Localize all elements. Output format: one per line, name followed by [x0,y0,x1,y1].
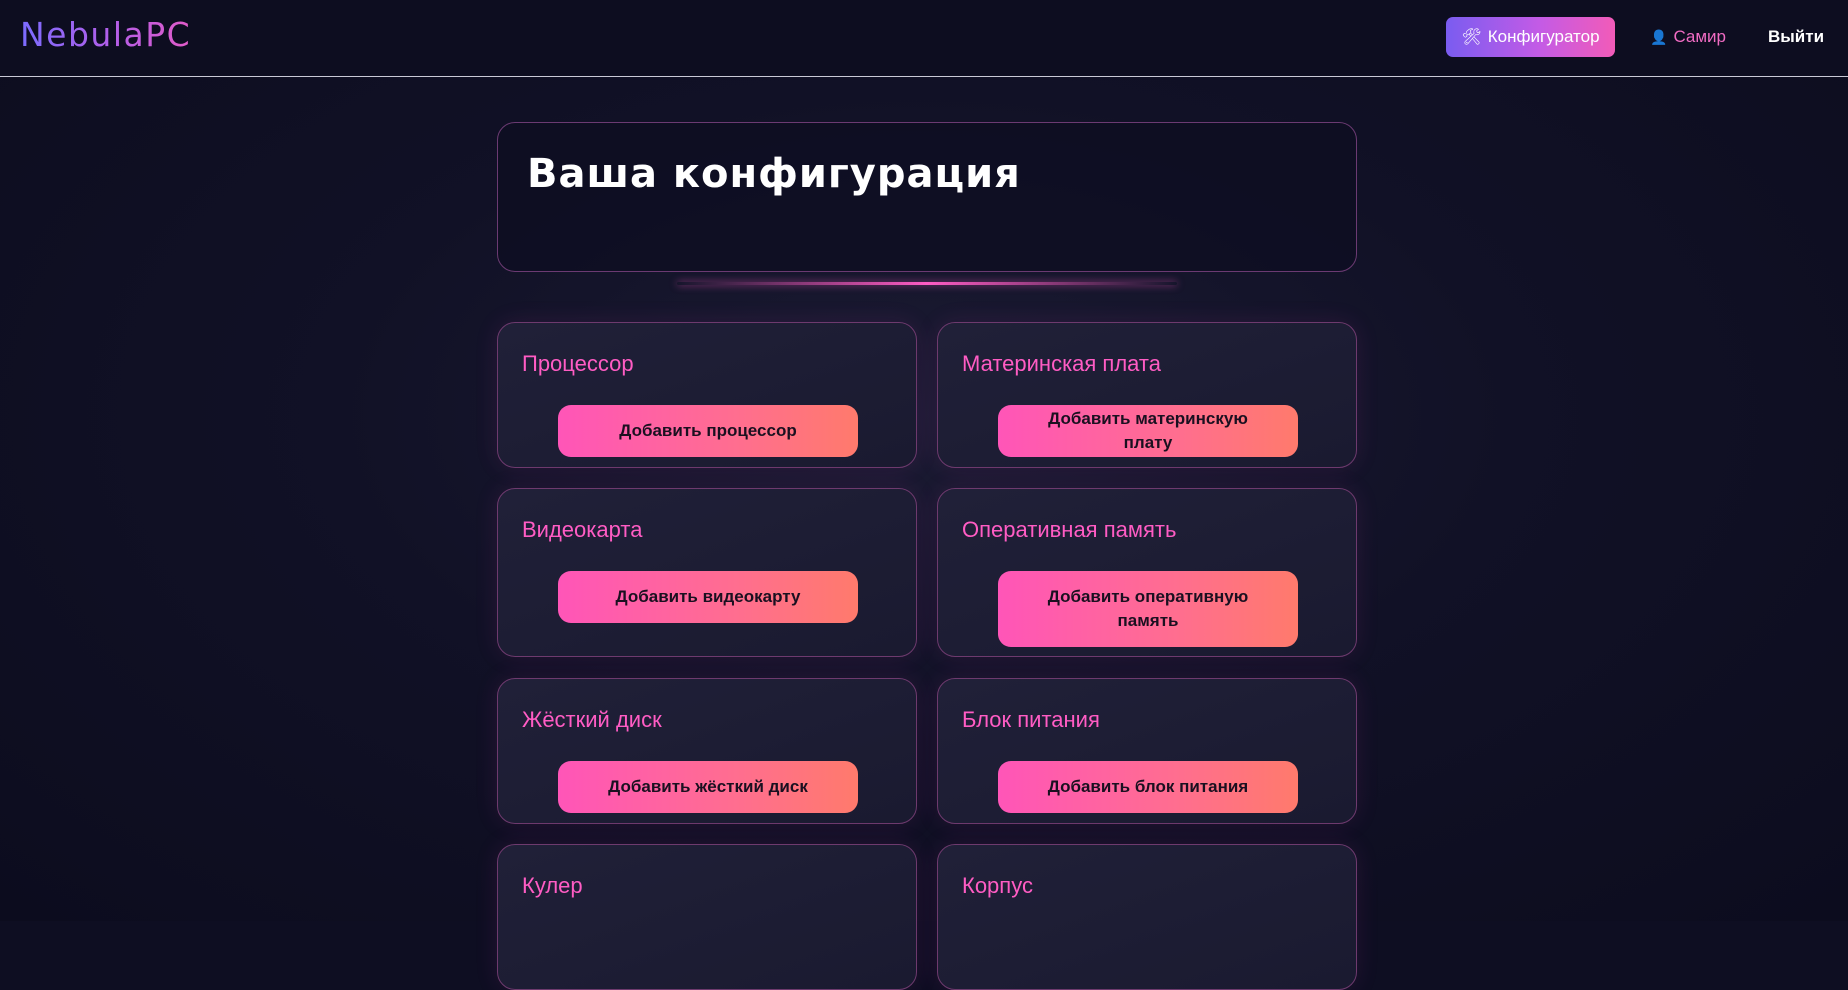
configurator-nav-button[interactable]: 🛠 Конфигуратор [1446,17,1615,57]
component-card-ram: Оперативная память Добавить оперативную … [937,488,1357,657]
top-nav-bar: NebulaPC 🛠 Конфигуратор 👤 Самир Выйти [0,0,1848,77]
component-title: Видеокарта [522,517,643,542]
user-icon: 👤 [1650,28,1668,45]
add-ram-button[interactable]: Добавить оперативную память [998,571,1298,647]
logo[interactable]: NebulaPC [20,15,191,54]
tools-icon: 🛠 [1461,29,1482,46]
add-gpu-button[interactable]: Добавить видеокарту [558,571,858,623]
component-card-gpu: Видеокарта Добавить видеокарту [497,488,917,657]
component-card-cpu: Процессор Добавить процессор [497,322,917,468]
component-card-motherboard: Материнская плата Добавить материнскую п… [937,322,1357,468]
component-title: Корпус [962,873,1033,898]
component-title: Жёсткий диск [522,707,662,732]
add-psu-button[interactable]: Добавить блок питания [998,761,1298,813]
logout-link[interactable]: Выйти [1768,27,1824,47]
component-card-psu: Блок питания Добавить блок питания [937,678,1357,824]
component-card-hdd: Жёсткий диск Добавить жёсткий диск [497,678,917,824]
user-profile-link[interactable]: 👤 Самир [1650,27,1726,47]
component-card-cooler: Кулер [497,844,917,990]
configuration-title-panel: Ваша конфигурация [497,122,1357,272]
user-name: Самир [1673,27,1726,46]
component-card-case: Корпус [937,844,1357,990]
glow-divider [677,282,1177,285]
add-motherboard-button[interactable]: Добавить материнскую плату [998,405,1298,457]
component-title: Кулер [522,873,583,898]
page-title: Ваша конфигурация [527,151,1021,197]
component-title: Процессор [522,351,634,376]
add-cpu-button[interactable]: Добавить процессор [558,405,858,457]
component-title: Блок питания [962,707,1100,732]
add-hdd-button[interactable]: Добавить жёсткий диск [558,761,858,813]
component-title: Материнская плата [962,351,1161,376]
component-title: Оперативная память [962,517,1177,542]
configurator-nav-label: Конфигуратор [1487,27,1600,46]
